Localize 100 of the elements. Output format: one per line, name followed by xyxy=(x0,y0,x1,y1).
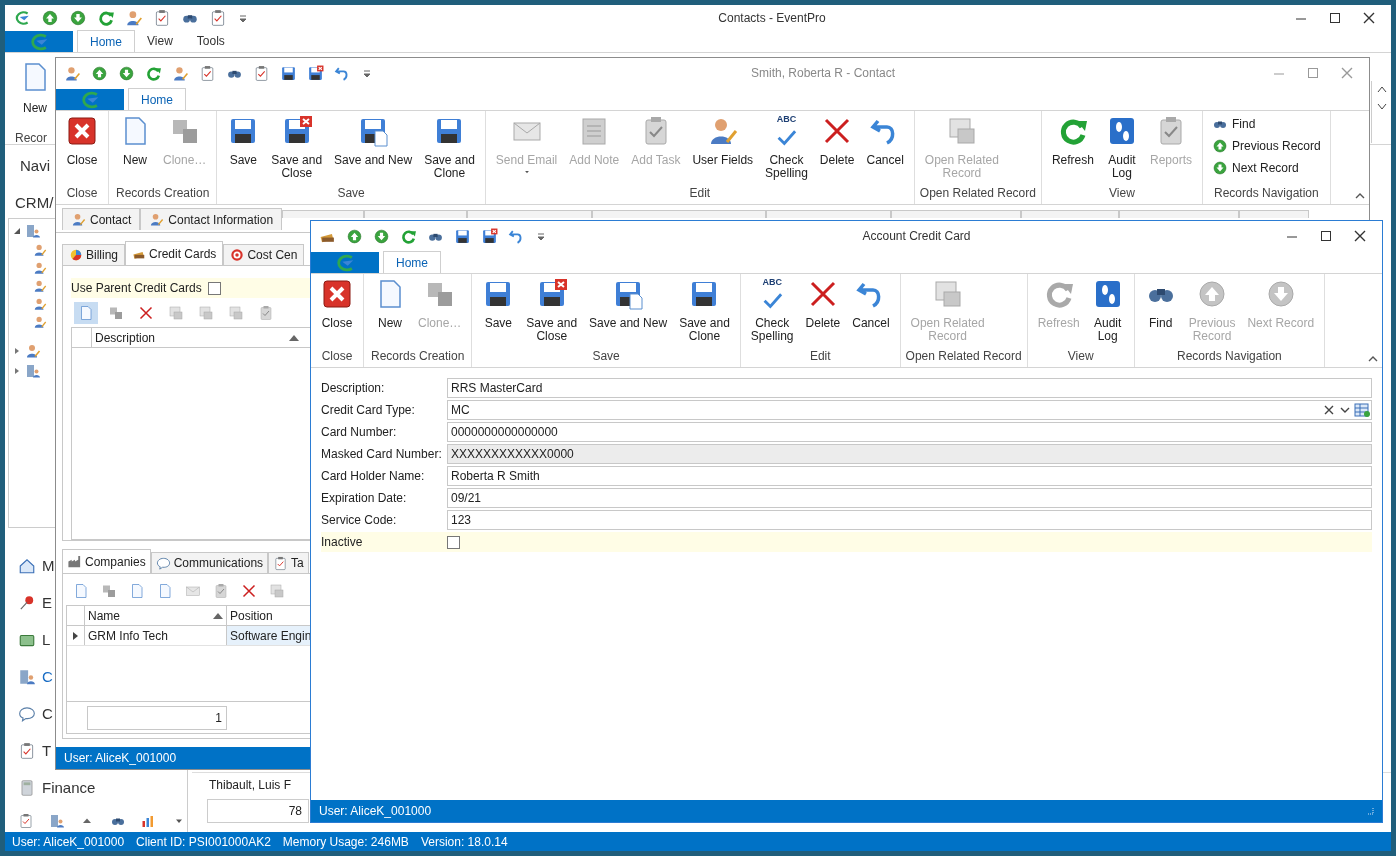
nav-item[interactable]: C xyxy=(18,667,53,687)
ribbon-button[interactable]: ABC Check Spelling xyxy=(745,278,799,343)
floppy-disk-icon[interactable] xyxy=(307,64,324,82)
expander-icon[interactable] xyxy=(13,347,21,356)
ribbon-tab[interactable]: Home xyxy=(128,88,186,110)
record-tab[interactable]: Contact Information xyxy=(140,208,283,230)
ribbon-button[interactable]: Next Record xyxy=(1208,159,1325,177)
refresh-icon[interactable] xyxy=(145,64,162,82)
input-field[interactable]: 0000000000000000 xyxy=(447,422,1372,442)
sub-tab[interactable]: Ta xyxy=(268,552,309,573)
ribbon-button[interactable]: User Fields xyxy=(687,115,759,167)
collapse-ribbon-icon[interactable] xyxy=(1355,192,1365,200)
status-text: Version: 18.0.14 xyxy=(420,833,508,851)
ribbon-tab[interactable]: Home xyxy=(383,251,441,273)
resize-grip-icon[interactable] xyxy=(1366,807,1374,815)
factory-icon xyxy=(67,554,82,569)
status-text: User: AliceK_001000 xyxy=(64,750,177,767)
ribbon-button[interactable]: Find xyxy=(1208,115,1325,133)
up-arrow-icon[interactable] xyxy=(346,227,363,245)
ribbon-button[interactable]: Delete xyxy=(814,115,860,167)
table-cell-text: Thibault, Luis F xyxy=(209,776,292,794)
house-icon xyxy=(18,556,36,575)
nav-item[interactable]: L xyxy=(18,630,51,650)
down-arrow-icon[interactable] xyxy=(69,8,87,27)
document-icon[interactable] xyxy=(74,302,98,324)
close-icon[interactable] xyxy=(1363,11,1375,24)
ribbon-button[interactable]: New xyxy=(369,278,411,330)
ribbon-button[interactable]: Save and Clone xyxy=(419,115,480,180)
down-arrow-icon[interactable] xyxy=(118,64,135,82)
dropdown-field[interactable]: MC xyxy=(447,400,1372,420)
ribbon-button[interactable]: Delete xyxy=(800,278,846,330)
ribbon-button[interactable]: Save xyxy=(222,115,265,167)
scroll-down-icon[interactable] xyxy=(1376,103,1387,112)
ribbon-button[interactable]: Cancel xyxy=(847,278,895,330)
record-tab[interactable]: Contact xyxy=(62,208,141,230)
sub-tab[interactable]: Credit Cards xyxy=(125,241,224,265)
clipboard-icon[interactable] xyxy=(209,8,227,27)
sub-tab[interactable]: Communications xyxy=(150,552,269,573)
input-field[interactable]: Roberta R Smith xyxy=(447,466,1372,486)
checkbox[interactable] xyxy=(207,281,221,295)
checkbox[interactable] xyxy=(447,535,460,549)
sub-tab[interactable]: Billing xyxy=(62,244,125,265)
customize-toolbar-icon[interactable] xyxy=(535,230,547,242)
ribbon-button[interactable]: Close xyxy=(316,278,358,330)
input-field[interactable]: 123 xyxy=(447,510,1372,530)
sub-tab[interactable]: Cost Cen xyxy=(223,244,305,265)
ribbon-tab[interactable]: View xyxy=(135,30,185,53)
ribbon-button[interactable]: Save and New xyxy=(329,115,418,167)
ribbon-group-label: Edit xyxy=(808,348,832,365)
sub-tab[interactable]: Companies xyxy=(62,549,151,573)
ribbon-button[interactable]: New xyxy=(19,61,51,118)
clipboard-icon[interactable] xyxy=(253,64,270,82)
clipboard-icon[interactable] xyxy=(153,8,171,27)
ribbon-button[interactable]: Audit Log xyxy=(1086,278,1129,343)
ribbon-button[interactable]: Save and Clone xyxy=(674,278,735,343)
ribbon-button[interactable]: Find xyxy=(1139,278,1182,330)
nav-item[interactable]: T xyxy=(18,741,52,761)
person-icon[interactable] xyxy=(64,64,81,82)
ribbon-button[interactable]: Cancel xyxy=(861,115,909,167)
ribbon-button[interactable]: Save xyxy=(477,278,520,330)
nav-item[interactable]: M xyxy=(18,556,55,576)
logo-icon[interactable] xyxy=(13,8,31,27)
ribbon-button[interactable]: Previous Record xyxy=(1208,137,1325,155)
up-arrow-icon[interactable] xyxy=(91,64,108,82)
ribbon-button[interactable]: Save and New xyxy=(584,278,673,330)
status-text: User: AliceK_001000 xyxy=(12,833,125,851)
customize-toolbar-icon[interactable] xyxy=(361,67,373,79)
ribbon-button[interactable]: Save and Close xyxy=(521,278,583,343)
person-icon[interactable] xyxy=(172,64,189,82)
input-field[interactable]: RRS MasterCard xyxy=(447,378,1372,398)
expander-icon[interactable] xyxy=(13,227,21,236)
ribbon-tab[interactable]: Tools xyxy=(184,30,237,53)
ribbon-tab[interactable]: Home xyxy=(77,30,135,53)
floppy-disk-icon[interactable] xyxy=(280,64,297,82)
input-field[interactable]: 09/21 xyxy=(447,488,1372,508)
person-icon[interactable] xyxy=(125,8,143,27)
nav-item[interactable]: Finance xyxy=(18,778,96,798)
down-arrow-icon[interactable] xyxy=(373,227,390,245)
refresh-icon[interactable] xyxy=(400,227,417,245)
clipboard-icon[interactable] xyxy=(199,64,216,82)
expander-icon[interactable] xyxy=(13,367,21,376)
floppy-disk-icon[interactable] xyxy=(481,227,498,245)
input-field[interactable]: XXXXXXXXXXXX0000 xyxy=(447,444,1372,464)
ribbon-button[interactable]: Close xyxy=(61,115,103,167)
nav-item[interactable]: C xyxy=(18,704,53,724)
maximize-icon[interactable] xyxy=(1320,230,1332,242)
up-arrow-icon[interactable] xyxy=(41,8,59,27)
floppy-disk-icon[interactable] xyxy=(454,227,471,245)
ribbon-button[interactable]: Save and Close xyxy=(266,115,328,180)
collapse-ribbon-icon[interactable] xyxy=(1368,355,1378,363)
status-text: Client ID: PSI001000AK2 xyxy=(136,833,271,851)
app-menu-button[interactable] xyxy=(5,31,73,53)
nav-item[interactable]: E xyxy=(18,593,52,613)
maximize-icon[interactable] xyxy=(1329,11,1341,24)
ribbon-button[interactable]: New xyxy=(114,115,156,167)
ribbon-button[interactable]: Audit Log xyxy=(1100,115,1143,180)
scroll-up-icon[interactable] xyxy=(1376,85,1387,94)
ribbon-button[interactable]: Refresh xyxy=(1046,115,1099,167)
ribbon-button[interactable]: ABC Check Spelling xyxy=(760,115,813,180)
close-icon[interactable] xyxy=(1354,230,1366,242)
